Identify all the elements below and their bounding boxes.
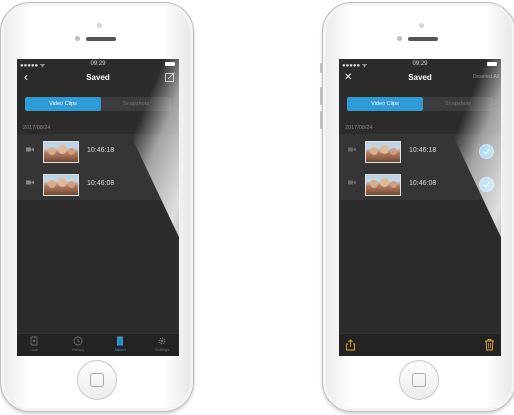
- list-item[interactable]: 10:46:08: [339, 167, 501, 200]
- album-icon: [117, 336, 123, 346]
- segmented-control: Video Clips Snapshots: [347, 97, 493, 111]
- battery-icon: [165, 62, 175, 66]
- battery-icon: [487, 62, 497, 66]
- live-icon: [30, 336, 38, 346]
- tab-bar: Live History Album Settings: [17, 333, 179, 356]
- clip-list: 10:46:18 10:46:08: [339, 134, 501, 200]
- tab-snapshots[interactable]: Snapshots: [101, 97, 171, 111]
- earpiece-speaker: [86, 37, 116, 41]
- video-camera-icon: [348, 147, 356, 152]
- status-bar: ●●●●● ᯤ 09:29: [339, 59, 501, 69]
- settings-icon: [158, 337, 166, 345]
- tab-video-clips[interactable]: Video Clips: [347, 97, 423, 111]
- clip-time: 10:46:18: [87, 147, 115, 154]
- list-item[interactable]: 10:46:18: [17, 134, 179, 167]
- video-camera-icon: [348, 180, 356, 185]
- clip-time: 10:46:08: [87, 180, 115, 187]
- deselect-all-button[interactable]: Deselect All: [473, 74, 499, 80]
- tab-history[interactable]: History: [63, 336, 93, 356]
- tab-video-clips[interactable]: Video Clips: [25, 97, 101, 111]
- trash-icon[interactable]: [484, 338, 495, 351]
- video-camera-icon: [26, 147, 34, 152]
- nav-bar: ✕ Saved Deselect All: [339, 69, 501, 87]
- history-icon: [73, 336, 83, 346]
- clip-time: 10:46:08: [409, 180, 437, 187]
- page-title: Saved: [86, 73, 110, 82]
- video-camera-icon: [26, 180, 34, 185]
- status-bar: ●●●●● ᯤ 09:29: [17, 59, 179, 69]
- clip-thumbnail: [43, 174, 79, 196]
- checkmark-icon[interactable]: [479, 177, 494, 192]
- nav-bar: ‹ Saved: [17, 69, 179, 87]
- clip-thumbnail: [43, 141, 79, 163]
- list-item[interactable]: 10:46:18: [339, 134, 501, 167]
- clip-thumbnail: [365, 141, 401, 163]
- status-time: 09:29: [90, 61, 106, 67]
- screen-right: ●●●●● ᯤ 09:29 ✕ Saved Deselect All Video…: [339, 59, 501, 356]
- date-header: 2017/08/24: [345, 125, 373, 131]
- screen-left: ●●●●● ᯤ 09:29 ‹ Saved Video Clips Snapsh…: [17, 59, 179, 356]
- clip-list: 10:46:18 10:46:08: [17, 134, 179, 200]
- edit-icon[interactable]: [165, 72, 175, 82]
- clip-time: 10:46:18: [409, 147, 437, 154]
- phone-frame-right: ●●●●● ᯤ 09:29 ✕ Saved Deselect All Video…: [320, 2, 514, 412]
- tab-album[interactable]: Album: [105, 336, 135, 356]
- status-time: 09:29: [412, 61, 428, 67]
- tab-snapshots[interactable]: Snapshots: [423, 97, 493, 111]
- phone-frame-left: ●●●●● ᯤ 09:29 ‹ Saved Video Clips Snapsh…: [0, 2, 194, 412]
- tab-settings[interactable]: Settings: [147, 336, 177, 356]
- earpiece-speaker: [408, 37, 438, 41]
- share-icon[interactable]: [345, 339, 356, 351]
- date-header: 2017/08/24: [23, 125, 51, 131]
- tab-live[interactable]: Live: [19, 336, 49, 356]
- home-button[interactable]: [399, 360, 439, 400]
- segmented-control: Video Clips Snapshots: [25, 97, 171, 111]
- checkmark-icon[interactable]: [479, 144, 494, 159]
- clip-thumbnail: [365, 174, 401, 196]
- action-bar: [339, 333, 501, 356]
- home-button[interactable]: [77, 360, 117, 400]
- list-item[interactable]: 10:46:08: [17, 167, 179, 200]
